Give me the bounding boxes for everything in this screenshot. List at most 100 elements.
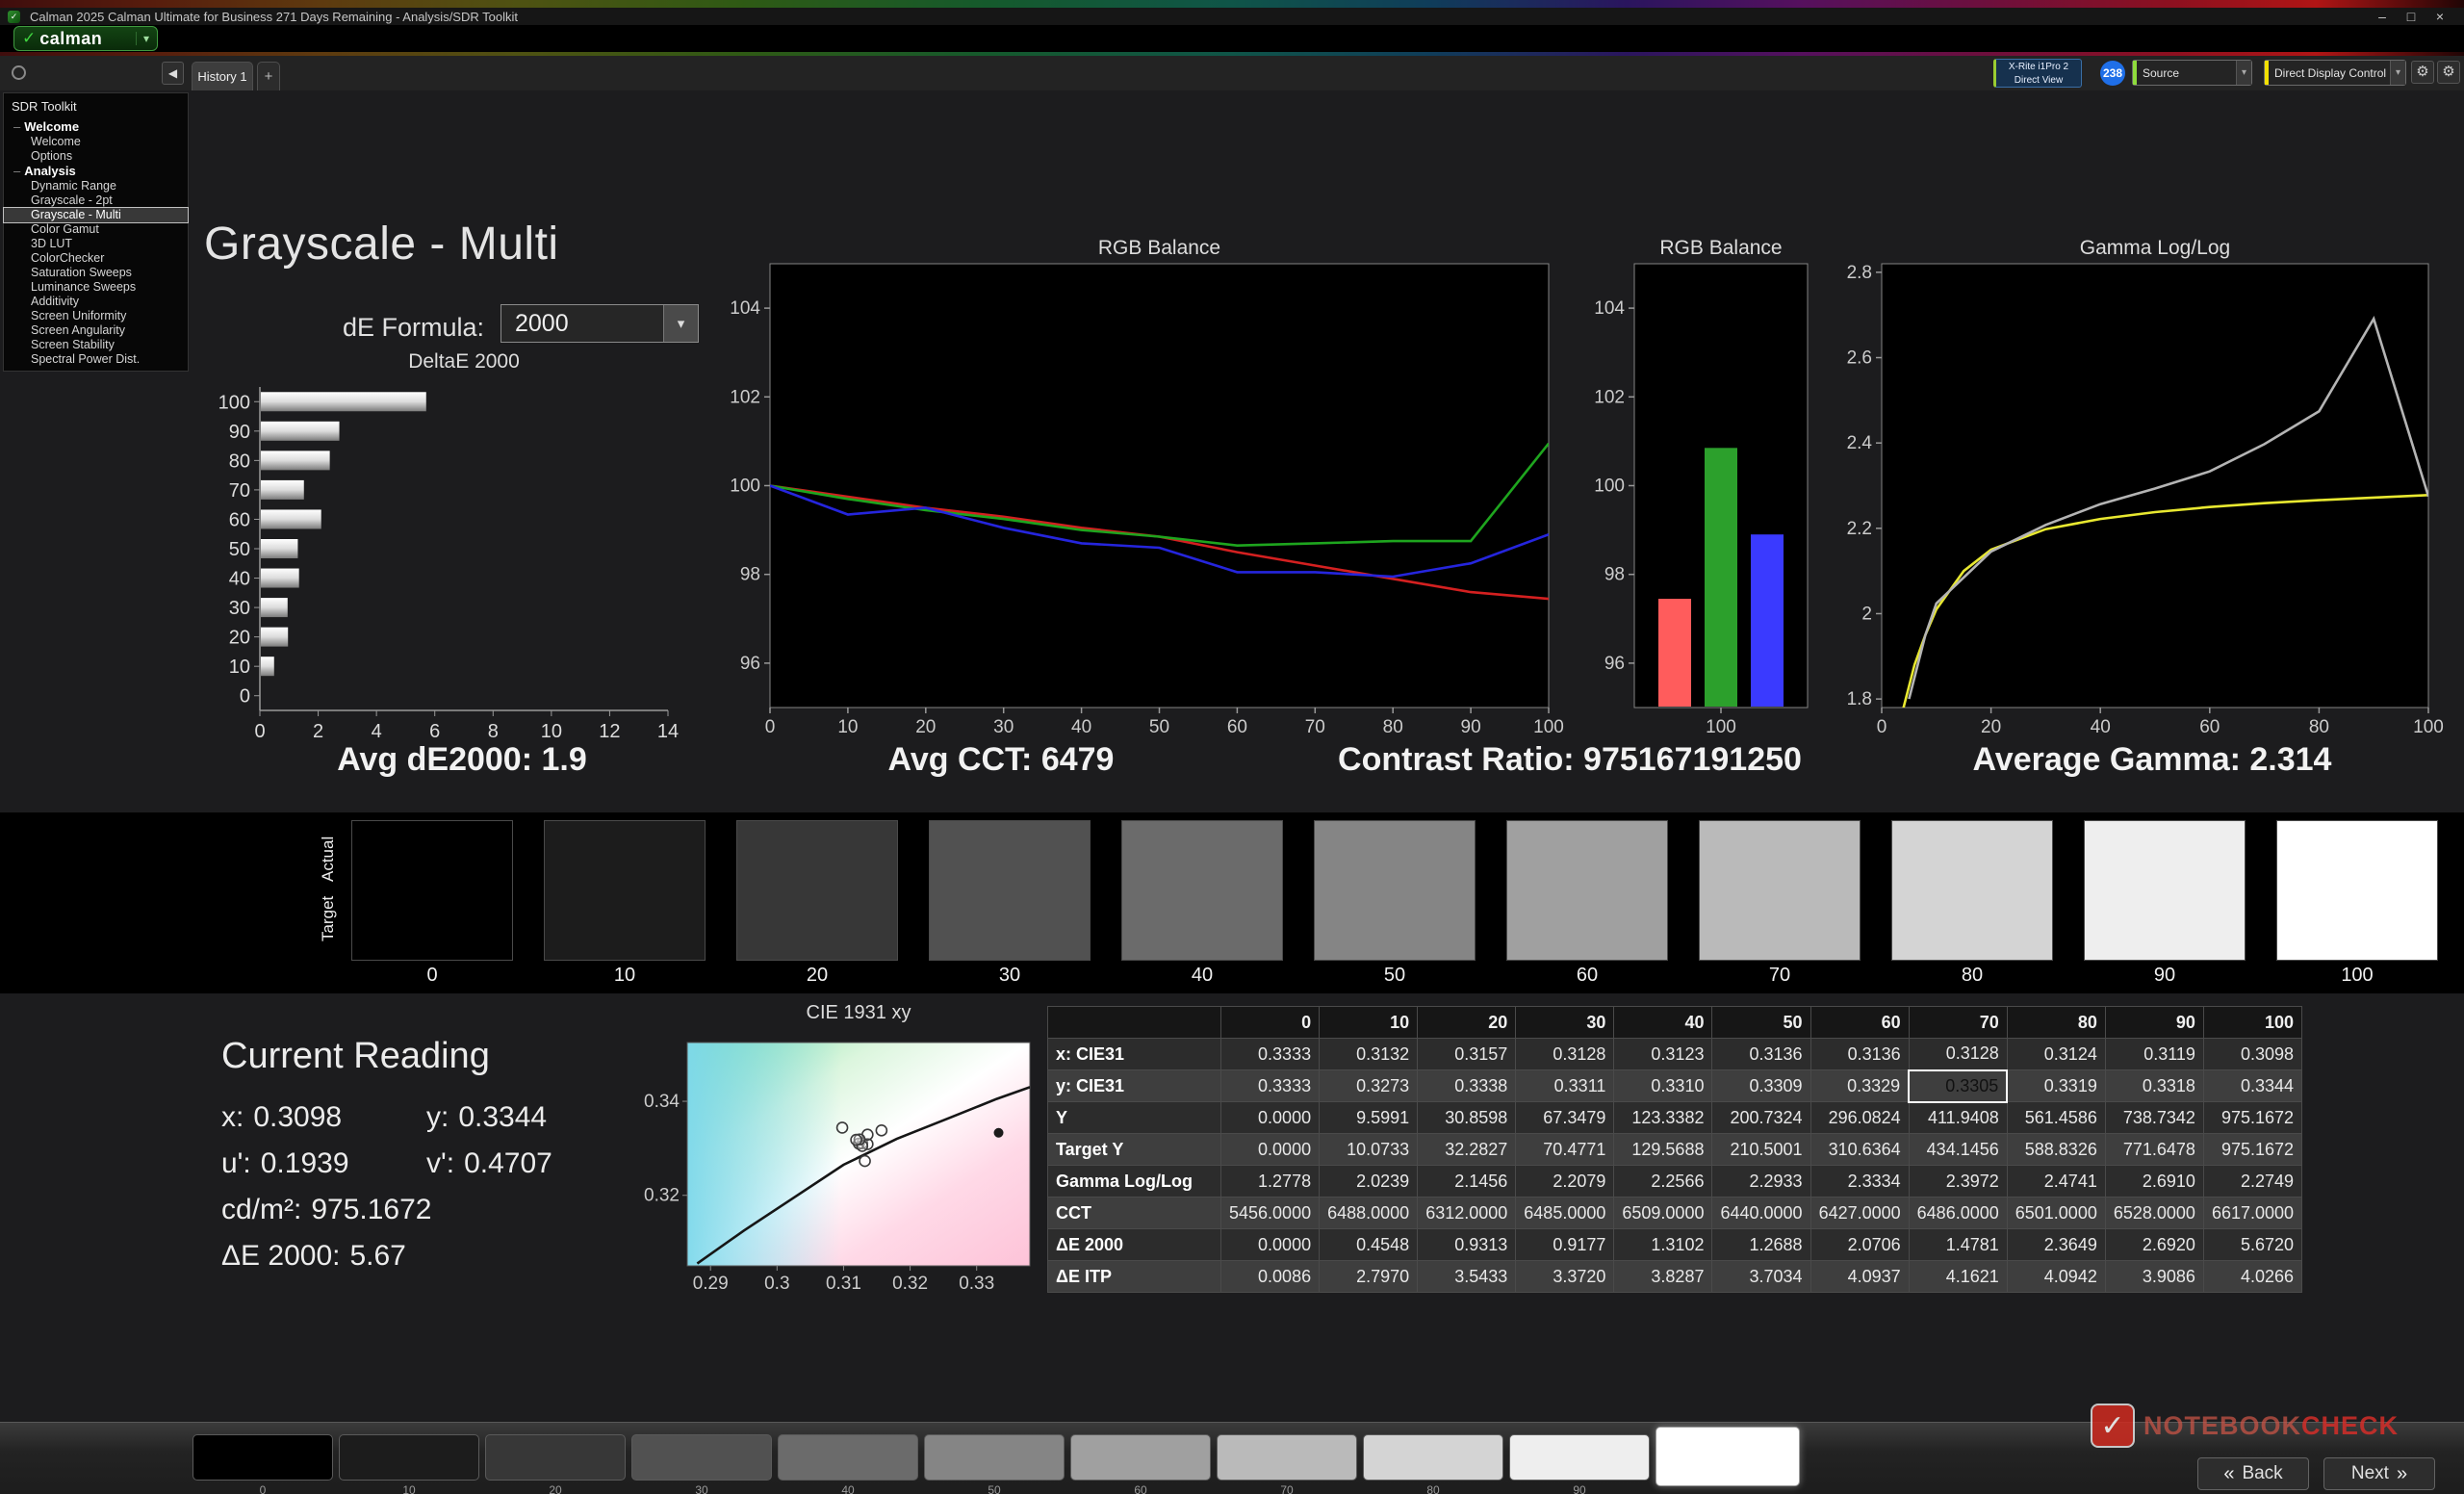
sidebar-item-spectral-power-dist[interactable]: Spectral Power Dist. — [4, 352, 188, 367]
level-button-100[interactable] — [1656, 1427, 1800, 1486]
close-button[interactable]: × — [2426, 9, 2454, 24]
cd-label: cd/m²: — [221, 1194, 302, 1225]
svg-text:90: 90 — [229, 422, 250, 443]
cell: 0.3136 — [1711, 1038, 1811, 1070]
titlebar: ✓ Calman 2025 Calman Ultimate for Busine… — [0, 8, 2464, 25]
watermark-part2: CHECK — [2301, 1410, 2400, 1440]
deltae-chart: DeltaE 2000 100 90 80 70 60 50 40 30 20 10 0 0 2 4 6 8 10… — [162, 350, 701, 749]
cell: 0.9177 — [1515, 1228, 1615, 1261]
level-button-label-10: 10 — [402, 1483, 416, 1494]
watermark-part1: NOTEBOOK — [2143, 1410, 2302, 1440]
level-button-50[interactable] — [924, 1434, 1065, 1481]
grayscale-swatch-0 — [351, 820, 513, 961]
svg-text:96: 96 — [740, 654, 760, 674]
sidebar-item-grayscale-multi[interactable]: Grayscale - Multi — [3, 207, 189, 223]
cell: 210.5001 — [1711, 1133, 1811, 1166]
source-dropdown[interactable]: Source ▾ — [2132, 60, 2252, 86]
svg-text:0.32: 0.32 — [892, 1274, 928, 1294]
cell: 6528.0000 — [2104, 1197, 2204, 1229]
svg-text:100: 100 — [218, 392, 250, 413]
de-value: 5.67 — [349, 1240, 406, 1272]
cell: 3.7034 — [1711, 1260, 1811, 1293]
app-icon: ✓ — [8, 10, 20, 23]
rgb-balance-bar-chart: RGB Balance 96 98 100 102 104 100 — [1575, 237, 1863, 741]
cell: 771.6478 — [2104, 1133, 2204, 1166]
level-button-70[interactable] — [1217, 1434, 1357, 1481]
cell: 6485.0000 — [1515, 1197, 1615, 1229]
maximize-button[interactable]: □ — [2397, 9, 2426, 24]
sidebar-item-screen-angularity[interactable]: Screen Angularity — [4, 323, 188, 338]
column-header-100: 100 — [2202, 1006, 2303, 1039]
level-button-90[interactable] — [1509, 1434, 1650, 1481]
level-button-0[interactable] — [192, 1434, 333, 1481]
column-header-60: 60 — [1810, 1006, 1910, 1039]
tab-history-1[interactable]: History 1 — [192, 62, 253, 90]
next-button[interactable]: Next » — [2323, 1457, 2435, 1490]
level-button-20[interactable] — [485, 1434, 626, 1481]
level-button-40[interactable] — [778, 1434, 918, 1481]
add-tab-button[interactable]: + — [257, 62, 280, 90]
cell: 2.4741 — [2006, 1165, 2106, 1198]
display-control-dropdown[interactable]: Direct Display Control ▾ — [2264, 60, 2406, 86]
column-header-90: 90 — [2104, 1006, 2204, 1039]
cell: 0.3319 — [2006, 1069, 2106, 1102]
svg-text:0.33: 0.33 — [959, 1274, 994, 1294]
meter-count-badge[interactable]: 238 — [2100, 61, 2125, 86]
sidebar-item-options[interactable]: Options — [4, 149, 188, 164]
level-button-60[interactable] — [1070, 1434, 1211, 1481]
sidebar-item-screen-stability[interactable]: Screen Stability — [4, 338, 188, 352]
de-formula-dropdown[interactable]: 2000 ▾ — [500, 304, 699, 343]
row-label: y: CIE31 — [1047, 1069, 1221, 1102]
sidebar-item-saturation-sweeps[interactable]: Saturation Sweeps — [4, 266, 188, 280]
selected-cell[interactable]: 0.3305 — [1908, 1069, 2009, 1103]
sidebar-section-welcome[interactable]: – Welcome — [4, 119, 188, 135]
sidebar-item-additivity[interactable]: Additivity — [4, 295, 188, 309]
svg-text:14: 14 — [657, 721, 679, 742]
chevron-down-icon: ▾ — [2389, 61, 2405, 85]
svg-text:2: 2 — [313, 721, 323, 742]
display-control-dropdown-label: Direct Display Control — [2274, 65, 2387, 80]
session-circle-icon[interactable] — [12, 65, 26, 80]
meter-button[interactable]: X-Rite i1Pro 2 Direct View — [1993, 59, 2082, 88]
cell: 2.2749 — [2202, 1165, 2303, 1198]
settings-gear-icon-2[interactable]: ⚙ — [2437, 61, 2460, 84]
level-button-10[interactable] — [339, 1434, 479, 1481]
cell: 2.2933 — [1711, 1165, 1811, 1198]
sidebar-item-welcome[interactable]: Welcome — [4, 135, 188, 149]
cell: 3.9086 — [2104, 1260, 2204, 1293]
cell: 0.3132 — [1319, 1038, 1419, 1070]
minimize-button[interactable]: – — [2368, 9, 2397, 24]
back-button[interactable]: « Back — [2197, 1457, 2309, 1490]
svg-text:0: 0 — [240, 686, 250, 708]
cell: 4.0937 — [1810, 1260, 1910, 1293]
settings-gear-icon[interactable]: ⚙ — [2411, 61, 2434, 84]
sidebar-item-dynamic-range[interactable]: Dynamic Range — [4, 179, 188, 193]
reading-luminance-row: cd/m²: 975.1672 — [221, 1194, 431, 1226]
cell: 6488.0000 — [1319, 1197, 1419, 1229]
cell: 434.1456 — [1908, 1133, 2008, 1166]
sidebar-tree: – Welcome Welcome Options – Analysis Dynamic R… — [3, 119, 189, 367]
sidebar-item-screen-uniformity[interactable]: Screen Uniformity — [4, 309, 188, 323]
calman-menu-button[interactable]: ✓ calman ▾ — [13, 26, 158, 51]
sidebar-item-color-gamut[interactable]: Color Gamut — [4, 222, 188, 237]
cell: 6501.0000 — [2006, 1197, 2106, 1229]
table-row-e-itp: ΔE ITP 0.0086 2.7970 3.5433 3.3720 3.8287 3.70… — [1047, 1260, 2303, 1293]
cell: 6427.0000 — [1810, 1197, 1910, 1229]
sidebar-section-analysis[interactable]: – Analysis — [4, 164, 188, 179]
chevron-down-icon: ▾ — [2235, 61, 2251, 85]
sidebar-item-colorchecker[interactable]: ColorChecker — [4, 251, 188, 266]
meter-name: X-Rite i1Pro 2 — [2008, 62, 2069, 72]
cell: 0.3136 — [1810, 1038, 1910, 1070]
row-label: Target Y — [1047, 1133, 1221, 1166]
sidebar-collapse-button[interactable]: ◀ — [162, 62, 184, 85]
level-button-80[interactable] — [1363, 1434, 1503, 1481]
svg-text:80: 80 — [1383, 717, 1403, 737]
level-button-30[interactable] — [631, 1434, 772, 1481]
cell: 2.0706 — [1810, 1228, 1910, 1261]
sidebar-item-grayscale-2pt[interactable]: Grayscale - 2pt — [4, 193, 188, 208]
svg-text:102: 102 — [730, 387, 760, 407]
svg-text:20: 20 — [915, 717, 936, 737]
table-row-x-cie31: x: CIE31 0.3333 0.3132 0.3157 0.3128 0.3123 0.… — [1047, 1038, 2303, 1070]
sidebar-item-3d-lut[interactable]: 3D LUT — [4, 237, 188, 251]
sidebar-item-luminance-sweeps[interactable]: Luminance Sweeps — [4, 280, 188, 295]
